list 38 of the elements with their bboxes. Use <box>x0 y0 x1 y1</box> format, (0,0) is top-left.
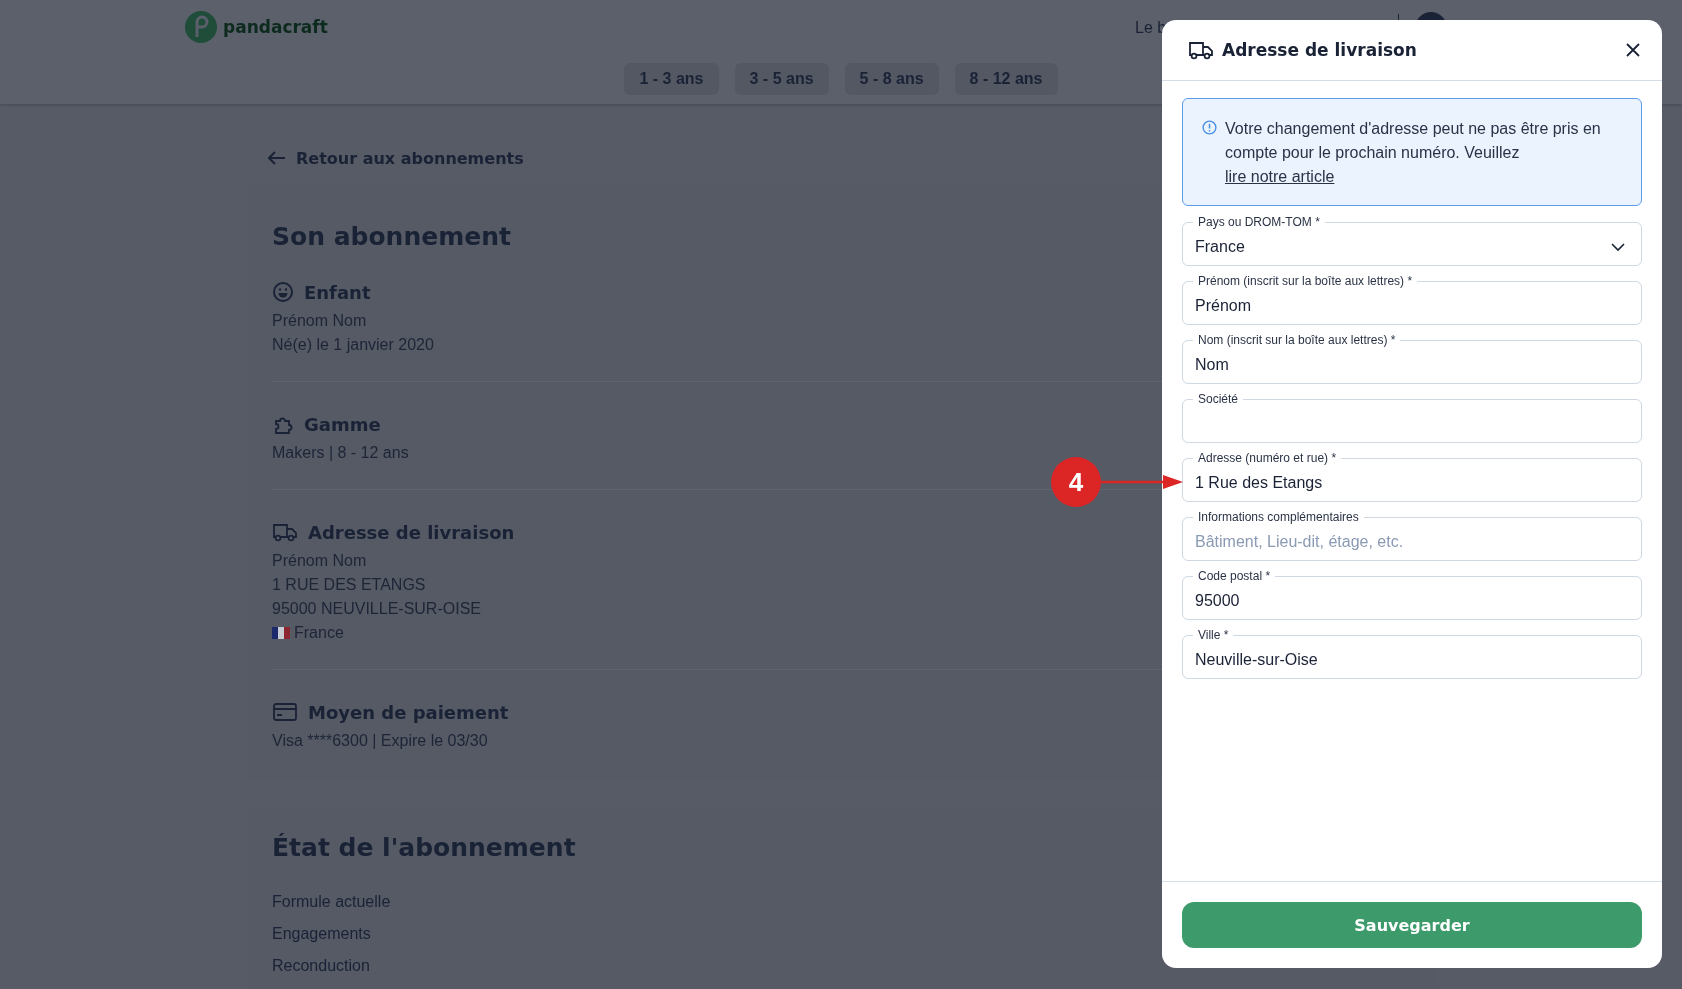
article-link[interactable]: lire notre article <box>1225 168 1335 185</box>
status-label: Engagements <box>272 924 371 944</box>
flag-icon <box>272 627 290 639</box>
logo-text[interactable]: pandacraft <box>223 17 328 37</box>
field-label: Pays ou DROM-TOM * <box>1193 215 1325 229</box>
section-title: Enfant <box>304 281 371 303</box>
chevron-down-icon <box>1611 242 1625 252</box>
info-text: Prénom Nom <box>272 311 367 331</box>
close-icon[interactable] <box>1626 43 1640 57</box>
drawer-title: Adresse de livraison <box>1222 40 1418 60</box>
section-title: Adresse de livraison <box>308 521 515 543</box>
info-text: 1 RUE DES ETANGS <box>272 575 426 595</box>
notice-text: Votre changement d'adresse peut ne pas être pris en compte pour le prochain numéro. Veuillez lire notre article <box>1225 119 1602 187</box>
section-title: Moyen de paiement <box>308 701 509 723</box>
truck-icon <box>1188 39 1214 61</box>
info-text: Prénom Nom <box>272 551 367 571</box>
status-label: Reconduction <box>272 956 370 976</box>
arrow-left-icon <box>268 151 286 165</box>
age-tab[interactable]: 5 - 8 ans <box>844 63 939 95</box>
info-text: Visa ****6300 | Expire le 03/30 <box>272 731 488 751</box>
back-link-text[interactable]: Retour aux abonnements <box>296 148 524 168</box>
country-text: France <box>294 623 344 643</box>
age-tab[interactable]: 3 - 5 ans <box>734 63 829 95</box>
logo-icon[interactable] <box>185 11 217 43</box>
card-title: État de l'abonnement <box>272 833 576 862</box>
status-label: Formule actuelle <box>272 892 391 912</box>
card-title: Son abonnement <box>272 222 511 251</box>
save-button[interactable]: Sauvegarder <box>1182 902 1642 948</box>
truck-icon <box>272 521 298 543</box>
section-title: Gamme <box>304 413 381 435</box>
age-tab[interactable]: 1 - 3 ans <box>624 63 719 95</box>
credit-card-icon <box>272 701 298 723</box>
age-tab[interactable]: 8 - 12 ans <box>954 63 1058 95</box>
info-text: Né(e) le 1 janvier 2020 <box>272 335 434 355</box>
info-text: 95000 NEUVILLE-SUR-OISE <box>272 599 481 619</box>
info-text: Makers | 8 - 12 ans <box>272 443 409 463</box>
info-icon <box>1202 120 1217 135</box>
smiley-icon <box>272 281 294 303</box>
